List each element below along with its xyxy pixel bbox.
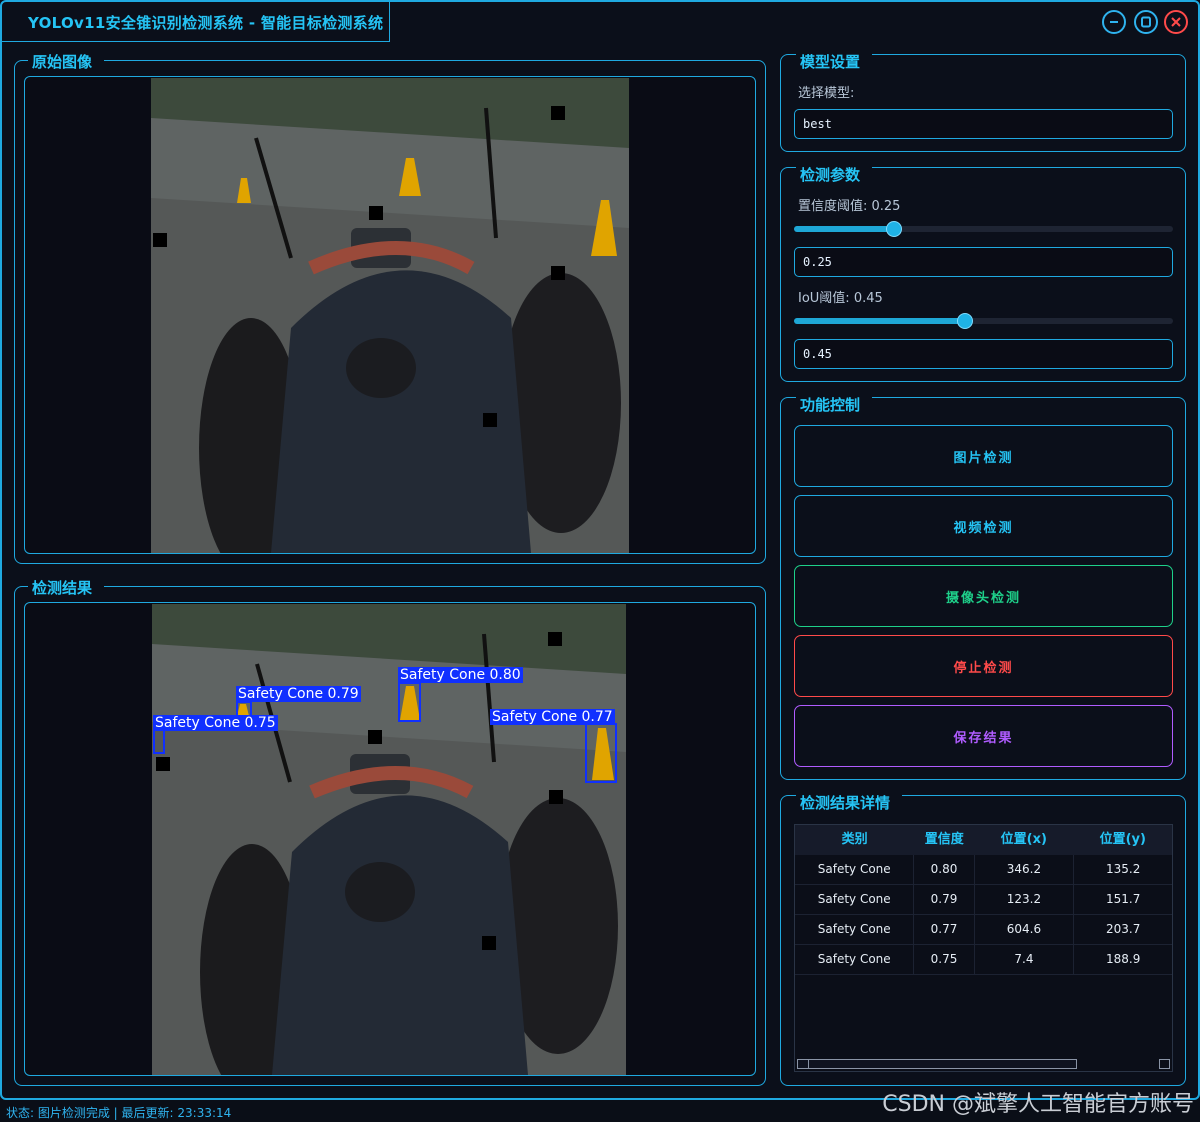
cell-y: 203.7 xyxy=(1074,915,1172,945)
result-image-label: 检测结果 xyxy=(28,577,105,598)
results-details-label: 检测结果详情 xyxy=(796,792,903,813)
model-settings-label: 模型设置 xyxy=(796,51,873,72)
horizontal-scrollbar[interactable] xyxy=(797,1059,1077,1069)
iou-slider[interactable] xyxy=(794,318,1173,324)
cell-confidence: 0.77 xyxy=(914,915,974,945)
cell-confidence: 0.80 xyxy=(914,855,974,885)
scrollbar-thumb[interactable] xyxy=(799,1060,809,1068)
confidence-slider-handle[interactable] xyxy=(886,221,902,237)
video-detect-button[interactable]: 视频检测 xyxy=(794,495,1173,557)
minimize-button[interactable] xyxy=(1102,10,1126,34)
race-car-detected-photo xyxy=(152,604,626,1075)
iou-threshold-label: IoU阈值: 0.45 xyxy=(798,291,883,306)
close-button[interactable] xyxy=(1164,10,1188,34)
cell-x: 7.4 xyxy=(973,945,1075,975)
watermark: CSDN @斌擎人工智能官方账号 xyxy=(882,1092,1194,1117)
column-header-confidence[interactable]: 置信度 xyxy=(914,825,974,855)
cell-x: 604.6 xyxy=(973,915,1075,945)
cell-y: 188.9 xyxy=(1074,945,1172,975)
window-title: YOLOv11安全锥识别检测系统 - 智能目标检测系统 xyxy=(28,14,384,32)
detection-box xyxy=(585,723,617,783)
detection-box xyxy=(153,729,165,754)
select-model-label: 选择模型: xyxy=(798,86,855,101)
table-header: 类别 置信度 位置(x) 位置(y) xyxy=(795,825,1172,855)
original-image-label: 原始图像 xyxy=(28,51,105,72)
cell-class: Safety Cone xyxy=(795,915,915,945)
table-row[interactable]: Safety Cone 0.80 346.2 135.2 xyxy=(795,855,1172,885)
result-image xyxy=(152,604,626,1075)
confidence-threshold-label: 置信度阈值: 0.25 xyxy=(798,199,901,214)
column-header-x[interactable]: 位置(x) xyxy=(974,825,1073,855)
iou-input[interactable]: 0.45 xyxy=(794,339,1173,369)
detection-box xyxy=(398,682,421,722)
cell-class: Safety Cone xyxy=(795,885,915,915)
cell-class: Safety Cone xyxy=(795,945,915,975)
scrollbar-corner xyxy=(1159,1059,1170,1069)
detection-label: Safety Cone 0.77 xyxy=(490,709,615,725)
iou-slider-fill xyxy=(794,318,965,324)
detection-params-label: 检测参数 xyxy=(796,164,873,185)
minimize-icon xyxy=(1110,21,1118,23)
close-icon xyxy=(1171,17,1181,27)
save-result-button[interactable]: 保存结果 xyxy=(794,705,1173,767)
maximize-icon xyxy=(1141,16,1151,28)
detection-label: Safety Cone 0.80 xyxy=(398,667,523,683)
confidence-slider-fill xyxy=(794,226,889,232)
camera-detect-button[interactable]: 摄像头检测 xyxy=(794,565,1173,627)
cell-confidence: 0.79 xyxy=(914,885,974,915)
column-header-y[interactable]: 位置(y) xyxy=(1074,825,1172,855)
detection-label: Safety Cone 0.75 xyxy=(153,715,278,731)
image-detect-button[interactable]: 图片检测 xyxy=(794,425,1173,487)
original-image xyxy=(151,78,629,553)
table-row[interactable]: Safety Cone 0.77 604.6 203.7 xyxy=(795,915,1172,945)
function-controls-label: 功能控制 xyxy=(796,394,873,415)
stop-detect-button[interactable]: 停止检测 xyxy=(794,635,1173,697)
race-car-photo xyxy=(151,78,629,553)
cell-class: Safety Cone xyxy=(795,855,915,885)
iou-slider-handle[interactable] xyxy=(957,313,973,329)
cell-x: 346.2 xyxy=(973,855,1075,885)
detection-label: Safety Cone 0.79 xyxy=(236,686,361,702)
maximize-button[interactable] xyxy=(1134,10,1158,34)
table-row[interactable]: Safety Cone 0.79 123.2 151.7 xyxy=(795,885,1172,915)
cell-y: 135.2 xyxy=(1074,855,1172,885)
cell-x: 123.2 xyxy=(973,885,1075,915)
model-select[interactable]: best xyxy=(794,109,1173,139)
results-table: 类别 置信度 位置(x) 位置(y) Safety Cone 0.80 346.… xyxy=(794,824,1173,1072)
cell-confidence: 0.75 xyxy=(914,945,974,975)
status-bar: 状态: 图片检测完成 | 最后更新: 23:33:14 xyxy=(6,1106,232,1120)
column-header-class[interactable]: 类别 xyxy=(795,825,914,855)
cell-y: 151.7 xyxy=(1074,885,1172,915)
table-row[interactable]: Safety Cone 0.75 7.4 188.9 xyxy=(795,945,1172,975)
confidence-input[interactable]: 0.25 xyxy=(794,247,1173,277)
confidence-slider[interactable] xyxy=(794,226,1173,232)
